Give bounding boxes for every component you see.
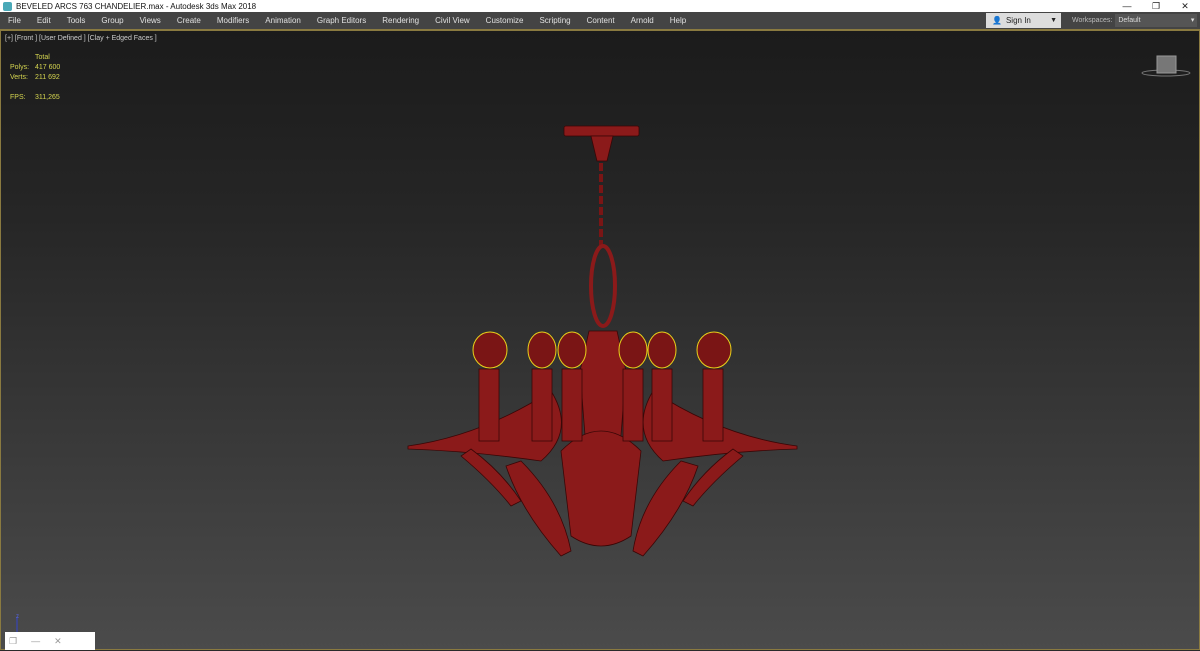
window-title: BEVELED ARCS 763 CHANDELIER.max - Autode… bbox=[16, 1, 257, 11]
sign-in-label: Sign In bbox=[1005, 16, 1031, 25]
menu-graph-editors[interactable]: Graph Editors bbox=[309, 16, 374, 25]
sign-in-button[interactable]: 👤 Sign In ▼ bbox=[986, 13, 1061, 28]
menu-edit[interactable]: Edit bbox=[29, 16, 59, 25]
menu-help[interactable]: Help bbox=[662, 16, 694, 25]
menu-customize[interactable]: Customize bbox=[478, 16, 532, 25]
menu-civil-view[interactable]: Civil View bbox=[427, 16, 478, 25]
minimized-window[interactable]: ❐ — ✕ bbox=[5, 632, 95, 650]
restore-button[interactable]: ❐ bbox=[1141, 0, 1171, 12]
menu-scripting[interactable]: Scripting bbox=[531, 16, 578, 25]
close-icon[interactable]: ✕ bbox=[54, 636, 62, 647]
user-icon: 👤 bbox=[992, 16, 1002, 25]
menu-tools[interactable]: Tools bbox=[59, 16, 94, 25]
menu-file[interactable]: File bbox=[0, 16, 29, 25]
menu-views[interactable]: Views bbox=[132, 16, 169, 25]
menu-animation[interactable]: Animation bbox=[257, 16, 309, 25]
menu-modifiers[interactable]: Modifiers bbox=[209, 16, 257, 25]
title-bar: BEVELED ARCS 763 CHANDELIER.max - Autode… bbox=[0, 0, 1200, 12]
workspaces: Workspaces: Default bbox=[1072, 13, 1198, 28]
chandelier-model[interactable] bbox=[1, 31, 1200, 651]
menu-group[interactable]: Group bbox=[93, 16, 131, 25]
menu-arnold[interactable]: Arnold bbox=[623, 16, 662, 25]
close-button[interactable]: ✕ bbox=[1170, 0, 1200, 12]
workspaces-label: Workspaces: bbox=[1072, 17, 1113, 24]
menu-rendering[interactable]: Rendering bbox=[374, 16, 427, 25]
restore-icon[interactable]: ❐ bbox=[9, 636, 17, 647]
menu-content[interactable]: Content bbox=[579, 16, 623, 25]
viewport-front[interactable]: [+] [Front ] [User Defined ] [Clay + Edg… bbox=[0, 30, 1200, 650]
minimize-icon[interactable]: — bbox=[31, 636, 40, 646]
minimize-button[interactable]: — bbox=[1112, 0, 1142, 12]
menu-create[interactable]: Create bbox=[169, 16, 209, 25]
app-icon bbox=[3, 1, 12, 11]
workspaces-select[interactable]: Default bbox=[1115, 14, 1198, 27]
chevron-down-icon: ▼ bbox=[1050, 17, 1057, 24]
